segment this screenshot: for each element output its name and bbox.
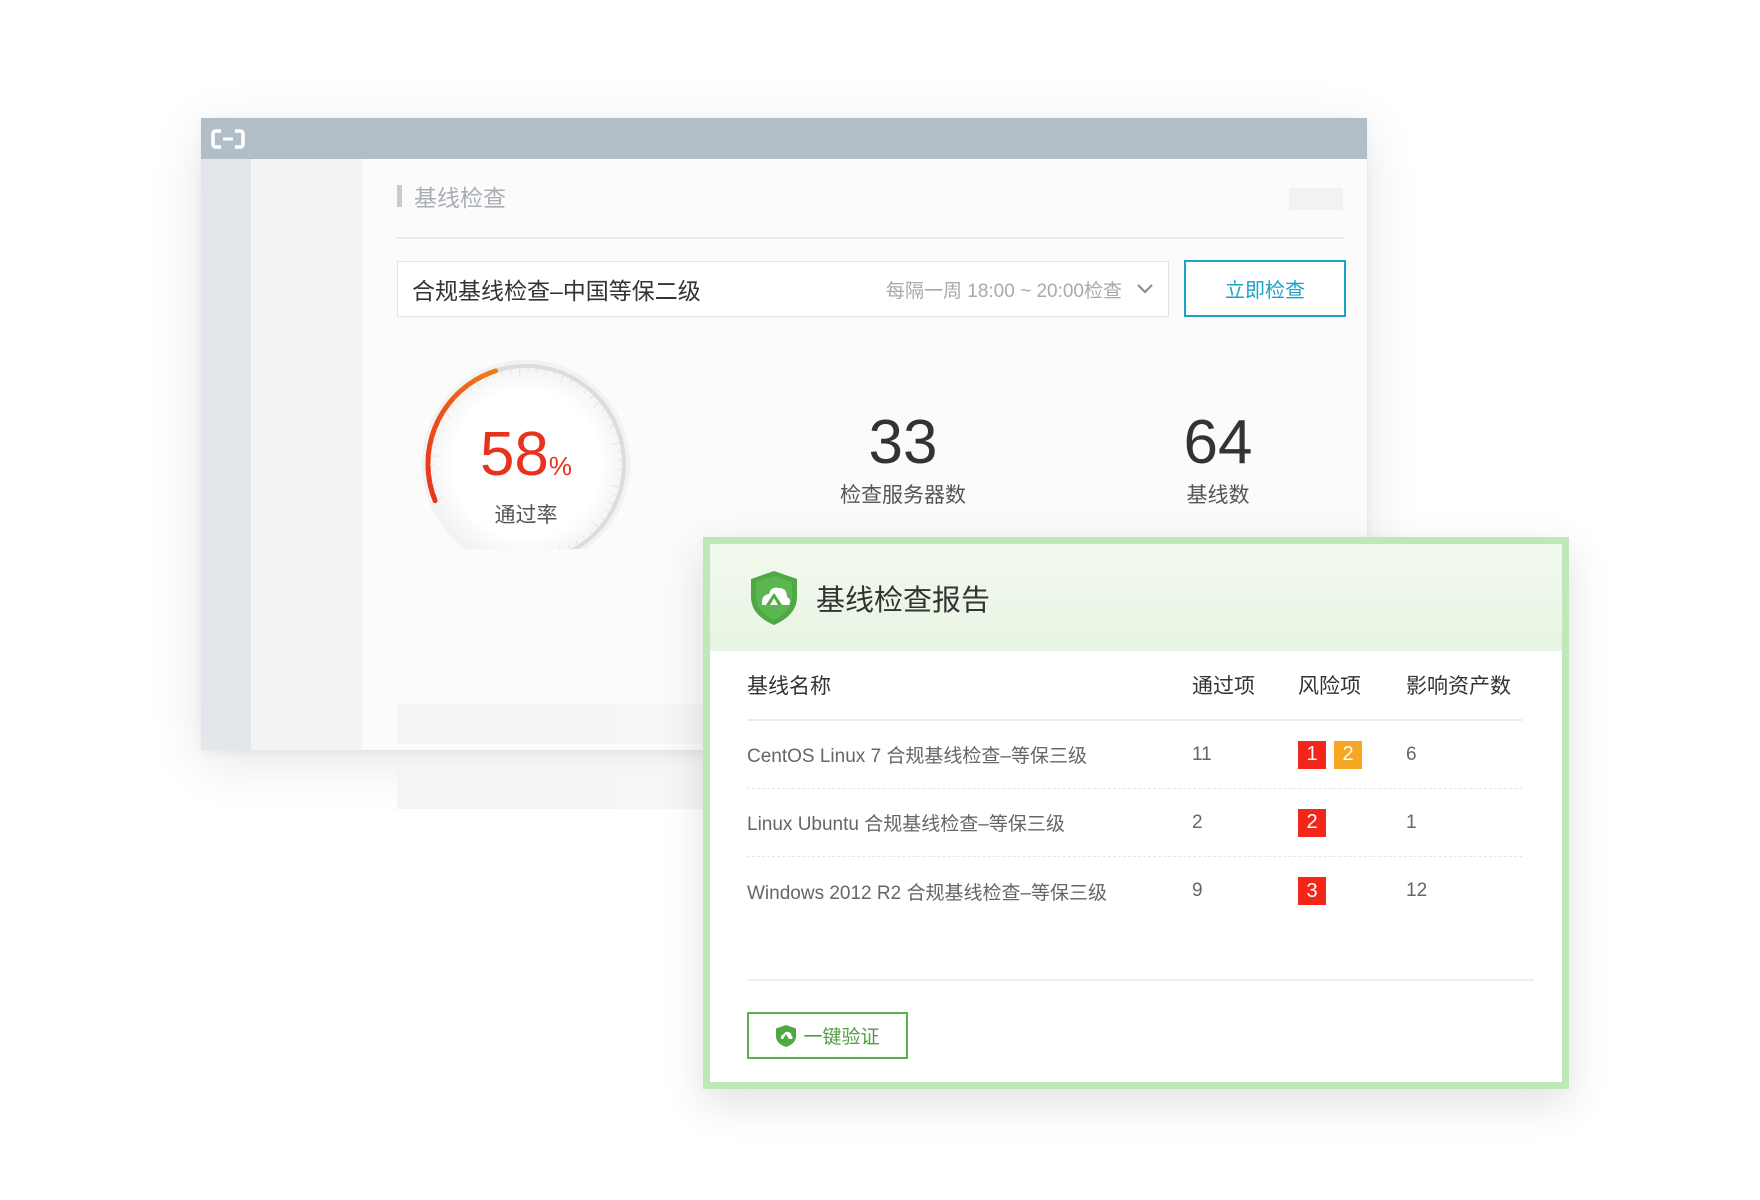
table-row[interactable]: Windows 2012 R2 合规基线检查–等保三级 9 3 12 [747,857,1522,925]
row-risk: 3 [1298,877,1326,905]
row-name: Linux Ubuntu 合规基线检查–等保三级 [747,814,1065,835]
gauge-tick [509,369,512,374]
col-header-pass: 通过项 [1192,675,1255,698]
page-header: 基线检查 [397,181,506,211]
sidebar-primary [201,159,251,750]
stat-servers-value: 33 [868,408,938,477]
row-assets: 6 [1406,743,1417,765]
row-name: Windows 2012 R2 合规基线检查–等保三级 [747,882,1108,904]
pass-rate-gauge: 58% 通过率 [400,349,652,549]
pass-rate-label: 通过率 [494,504,558,527]
report-title: 基线检查报告 [816,584,991,617]
report-table: 基线名称 通过项 风险项 影响资产数 CentOS Linux 7 合规基线检查… [747,651,1522,925]
gauge-tick [518,368,521,377]
verify-button-label: 一键验证 [803,1027,880,1048]
schedule-text: 每隔一周 18:00 ~ 20:00检查 [885,280,1122,302]
risk-high-badge[interactable]: 3 [1298,877,1326,905]
check-now-button[interactable]: 立即检查 [1184,260,1346,317]
row-assets: 12 [1406,880,1428,901]
title-accent-mark [397,185,402,207]
shield-small-icon [776,1024,797,1047]
pass-rate-number: 58 [479,420,549,489]
app-logo-icon[interactable] [211,128,245,150]
footer-divider [747,979,1534,981]
risk-high-badge[interactable]: 1 [1298,740,1326,769]
stat-baselines-label: 基线数 [1186,484,1250,507]
chevron-down-icon[interactable] [1136,283,1154,295]
header-action-placeholder [1289,188,1343,210]
shield-logo-icon [751,570,797,625]
row-pass: 9 [1192,880,1203,901]
header-divider [397,237,1345,239]
stat-baselines: 64 基线数 [1108,409,1328,509]
baseline-report-card: 基线检查报告 基线名称 通过项 风险项 影响资产数 CentOS Linux 7… [703,537,1569,1089]
stat-servers: 33 检查服务器数 [793,409,1013,509]
sidebar-secondary [251,159,362,750]
col-header-risk: 风险项 [1298,675,1361,698]
report-header: 基线检查报告 [710,544,1562,651]
row-risk: 1 2 [1298,740,1362,769]
stat-servers-label: 检查服务器数 [840,484,966,507]
title-bar [201,118,1367,159]
verify-button[interactable]: 一键验证 [747,1012,908,1059]
pass-rate-unit: % [548,451,573,481]
table-row[interactable]: CentOS Linux 7 合规基线检查–等保三级 11 1 2 6 [747,721,1522,789]
col-header-assets: 影响资产数 [1406,675,1511,698]
baseline-select[interactable]: 合规基线检查–中国等保二级 每隔一周 18:00 ~ 20:00检查 [397,261,1169,317]
row-name: CentOS Linux 7 合规基线检查–等保三级 [747,746,1087,767]
stat-baselines-value: 64 [1183,408,1253,477]
page-title: 基线检查 [414,185,506,211]
baseline-select-value: 合规基线检查–中国等保二级 [412,278,701,304]
row-assets: 1 [1406,811,1417,833]
table-header-row: 基线名称 通过项 风险项 影响资产数 [747,651,1522,721]
row-pass: 11 [1192,743,1212,765]
row-risk: 2 [1298,808,1326,837]
row-pass: 2 [1192,811,1203,833]
col-header-name: 基线名称 [747,675,831,698]
table-row[interactable]: Linux Ubuntu 合规基线检查–等保三级 2 2 1 [747,789,1522,857]
pass-rate-value: 58% [400,419,652,490]
risk-high-badge[interactable]: 2 [1298,808,1326,837]
risk-medium-badge[interactable]: 2 [1334,740,1362,769]
